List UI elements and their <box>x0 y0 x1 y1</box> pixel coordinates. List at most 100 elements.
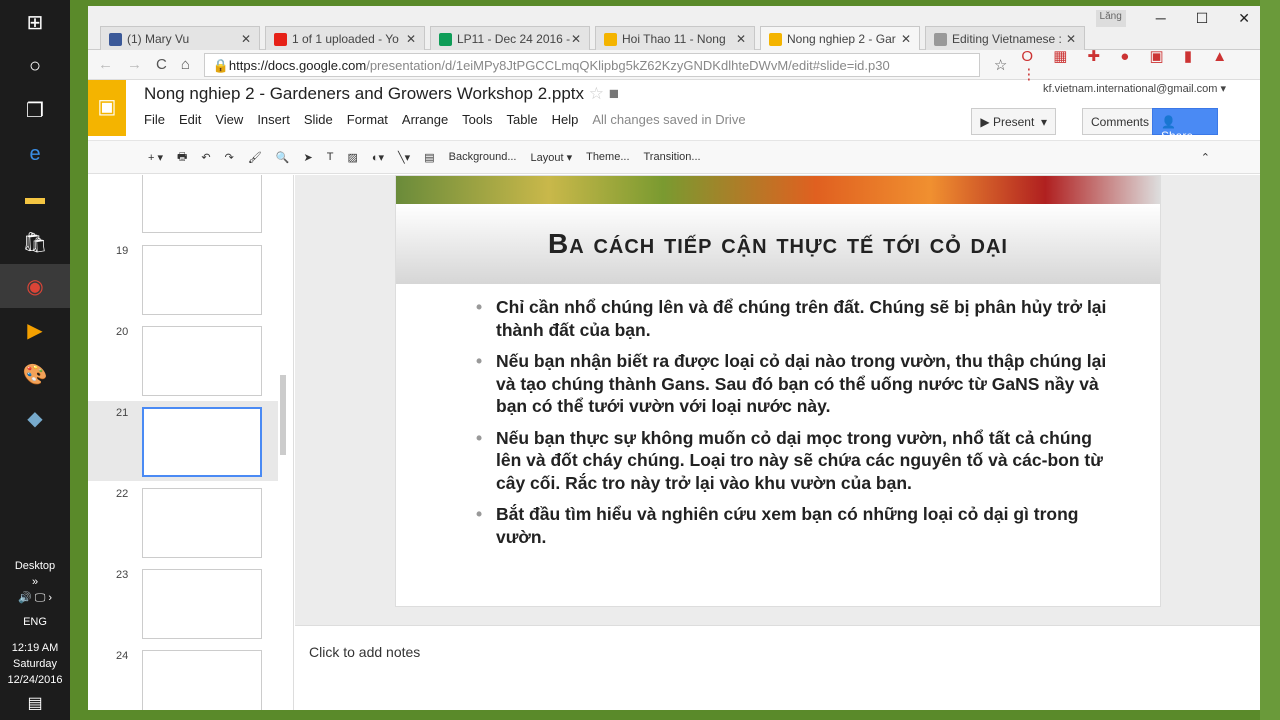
browser-tab[interactable]: 1 of 1 uploaded - Yo ✕ <box>265 26 425 50</box>
menu-insert[interactable]: Insert <box>257 112 290 127</box>
undo-icon[interactable]: ↶ <box>201 151 210 164</box>
comment-icon[interactable]: ▤ <box>424 151 434 164</box>
slide-number: 22 <box>116 488 129 500</box>
notification-icon[interactable]: ▤ <box>0 696 70 712</box>
tab-label: Hoi Thao 11 - Nong <box>622 32 726 46</box>
start-icon[interactable]: ⊞ <box>0 0 70 44</box>
file-explorer-icon[interactable]: ▬ <box>0 176 70 220</box>
slide-thumbnail[interactable] <box>142 488 262 558</box>
url-input[interactable]: 🔒 https://docs.google.com/presentation/d/… <box>203 52 980 77</box>
slide-number: 21 <box>116 407 129 419</box>
select-icon[interactable]: ➤ <box>304 151 313 164</box>
browser-tab[interactable]: Nong nghiep 2 - Gar ✕ <box>760 26 920 50</box>
speaker-notes[interactable]: Click to add notes <box>295 625 1260 710</box>
browser-tab[interactable]: Hoi Thao 11 - Nong ✕ <box>595 26 755 50</box>
layout-button[interactable]: Layout ▾ <box>530 151 572 164</box>
menu-help[interactable]: Help <box>552 112 579 127</box>
folder-icon[interactable]: ■ <box>609 84 619 103</box>
bullet-item[interactable]: Bắt đầu tìm hiểu và nghiên cứu xem bạn c… <box>476 503 1110 548</box>
user-badge[interactable]: Lăng <box>1095 10 1126 27</box>
desktop-label[interactable]: Desktop <box>0 558 70 574</box>
current-slide[interactable]: Ba cách tiếp cận thực tế tới cỏ dại Chỉ … <box>395 175 1161 607</box>
star-icon[interactable]: ☆ <box>589 84 604 103</box>
textbox-icon[interactable]: T <box>327 151 334 163</box>
menu-arrange[interactable]: Arrange <box>402 112 448 127</box>
chevron-down-icon[interactable]: » <box>0 574 70 590</box>
close-tab-icon[interactable]: ✕ <box>571 32 581 46</box>
menu-format[interactable]: Format <box>347 112 388 127</box>
slide-thumbnail[interactable] <box>142 650 262 710</box>
slide-thumbnail[interactable] <box>142 569 262 639</box>
language[interactable]: ENG <box>0 614 70 630</box>
url-path: /presentation/d/1eiMPy8JtPGCCLmqQKlipbg5… <box>366 57 890 73</box>
slide-title[interactable]: Ba cách tiếp cận thực tế tới cỏ dại <box>396 204 1160 284</box>
close-window-icon[interactable]: ✕ <box>1238 10 1250 27</box>
maximize-icon[interactable]: ☐ <box>1196 10 1209 27</box>
menu-file[interactable]: File <box>144 112 165 127</box>
theme-button[interactable]: Theme... <box>586 151 629 163</box>
extension-icons[interactable]: O ▦ ✚ ● ▣ ▮ ▲ ⋮ <box>1021 47 1260 83</box>
bullet-item[interactable]: Nếu bạn thực sự không muốn cỏ dại mọc tr… <box>476 427 1110 495</box>
slides-logo-icon[interactable]: ▣ <box>88 80 126 136</box>
menu-slide[interactable]: Slide <box>304 112 333 127</box>
comments-button[interactable]: Comments <box>1081 108 1158 135</box>
slide-bullets[interactable]: Chỉ cần nhổ chúng lên và để chúng trên đ… <box>396 284 1160 548</box>
background-button[interactable]: Background... <box>449 151 517 163</box>
edge-icon[interactable]: e <box>0 132 70 176</box>
line-icon[interactable]: ╲▾ <box>398 151 410 164</box>
slide-thumbnail[interactable] <box>142 326 262 396</box>
transition-button[interactable]: Transition... <box>644 151 701 163</box>
menu-table[interactable]: Table <box>507 112 538 127</box>
shape-icon[interactable]: ◐▾ <box>372 151 384 164</box>
close-tab-icon[interactable]: ✕ <box>1066 32 1076 46</box>
share-button[interactable]: 👤 Share <box>1152 108 1218 143</box>
task-view-icon[interactable]: ❐ <box>0 88 70 132</box>
media-icon[interactable]: ▶ <box>0 308 70 352</box>
minimize-icon[interactable]: ─ <box>1156 10 1166 27</box>
paint-icon[interactable]: 🎨 <box>0 352 70 396</box>
menu-edit[interactable]: Edit <box>179 112 201 127</box>
app-icon[interactable]: ◆ <box>0 396 70 440</box>
new-slide-button[interactable]: + ▾ <box>148 151 163 164</box>
close-tab-icon[interactable]: ✕ <box>406 32 416 46</box>
present-button[interactable]: ▶ Present ▾ <box>971 108 1056 135</box>
print-icon[interactable]: 🖶 <box>177 148 187 167</box>
home-icon[interactable]: ⌂ <box>181 56 190 73</box>
reload-icon[interactable]: C <box>156 56 167 73</box>
browser-tab[interactable]: LP11 - Dec 24 2016 - ✕ <box>430 26 590 50</box>
menu-view[interactable]: View <box>215 112 243 127</box>
back-icon[interactable]: ← <box>98 56 113 73</box>
chrome-icon[interactable]: ◉ <box>0 264 70 308</box>
clock-time[interactable]: 12:19 AM <box>0 640 70 656</box>
account-email[interactable]: kf.vietnam.international@gmail.com ▾ <box>1043 82 1226 95</box>
close-tab-icon[interactable]: ✕ <box>901 32 911 46</box>
forward-icon[interactable]: → <box>127 56 142 73</box>
slide-thumbnail[interactable]: … <box>142 175 262 233</box>
browser-tab[interactable]: (1) Mary Vu ✕ <box>100 26 260 50</box>
menu-tools[interactable]: Tools <box>462 112 492 127</box>
collapse-icon[interactable]: ⌃ <box>1201 151 1210 164</box>
slide-thumbnail[interactable] <box>142 407 262 477</box>
tray-icons[interactable]: 🔊 🖵 › <box>0 590 70 606</box>
menu-bar: File Edit View Insert Slide Format Arrange Tool… <box>144 112 746 127</box>
document-title[interactable]: Nong nghiep 2 - Gardeners and Growers Wo… <box>144 84 584 103</box>
tab-label: Nong nghiep 2 - Gar <box>787 32 896 46</box>
zoom-icon[interactable]: 🔍 <box>276 151 290 164</box>
redo-icon[interactable]: ↷ <box>225 151 234 164</box>
bullet-item[interactable]: Chỉ cần nhổ chúng lên và để chúng trên đ… <box>476 296 1110 341</box>
paint-format-icon[interactable]: 🖌 <box>248 151 262 164</box>
bullet-item[interactable]: Nếu bạn nhận biết ra được loại cỏ dại nà… <box>476 350 1110 418</box>
favicon-icon <box>934 33 947 46</box>
close-tab-icon[interactable]: ✕ <box>736 32 746 46</box>
cortana-icon[interactable]: ○ <box>0 44 70 88</box>
slide-thumbnail[interactable] <box>142 245 262 315</box>
close-tab-icon[interactable]: ✕ <box>241 32 251 46</box>
filmstrip-scrollbar[interactable] <box>280 375 286 455</box>
clock-day: Saturday <box>12 658 58 670</box>
store-icon[interactable]: 🛍 <box>0 220 70 264</box>
star-icon[interactable]: ☆ <box>994 56 1007 74</box>
tab-label: 1 of 1 uploaded - Yo <box>292 32 399 46</box>
browser-tab[interactable]: Editing Vietnamese : ✕ <box>925 26 1085 50</box>
image-icon[interactable]: ▨ <box>347 151 357 164</box>
slide-filmstrip: … 19 20 21 22 23 24 <box>88 175 294 710</box>
